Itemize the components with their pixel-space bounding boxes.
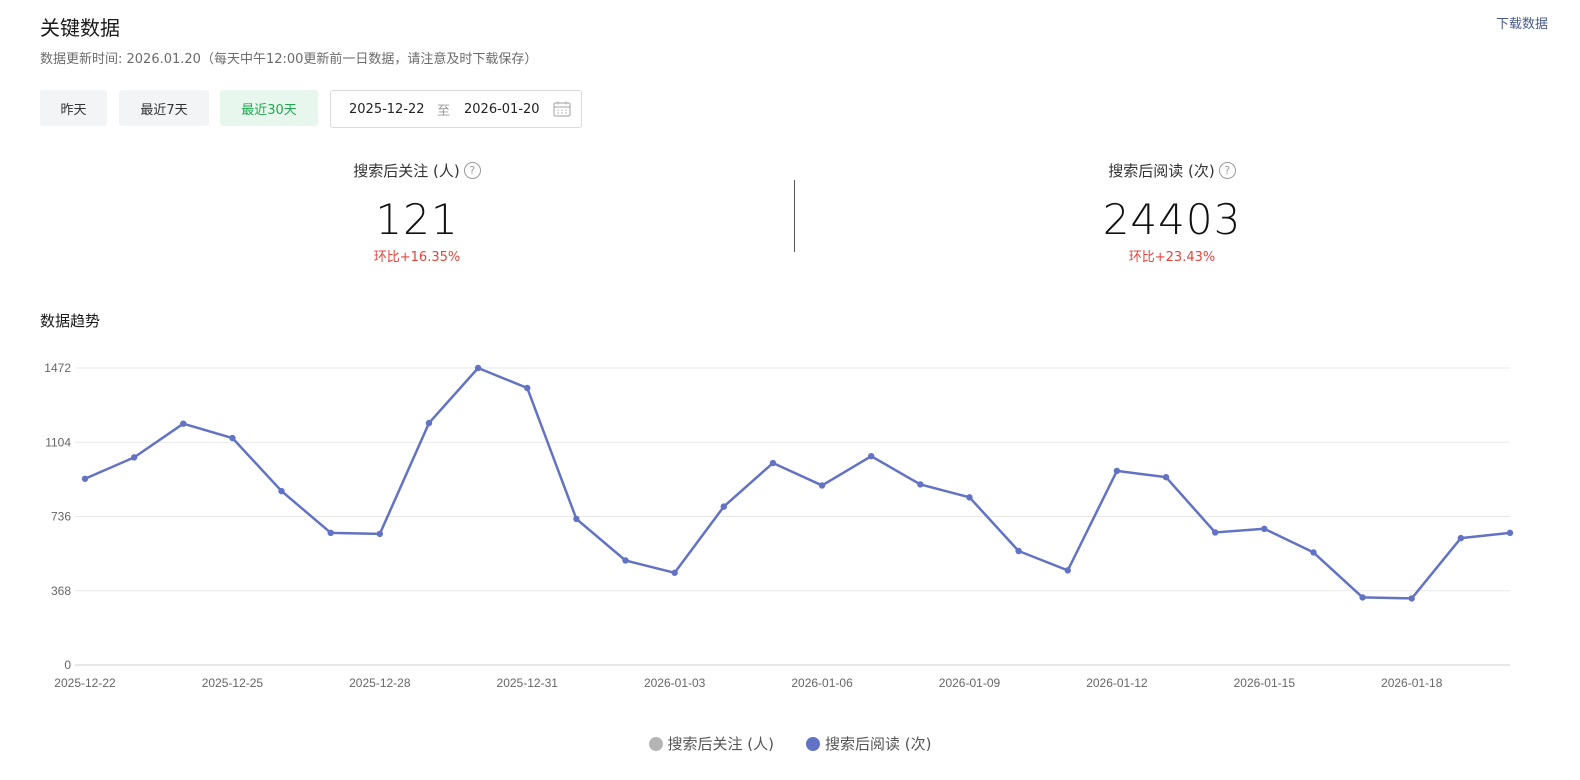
y-tick-label: 736 [51,510,71,524]
range-7d-button[interactable]: 最近7天 [119,90,209,126]
trend-section-title: 数据趋势 [40,312,101,330]
legend-label: 搜索后阅读 (次) [825,735,932,753]
data-point[interactable] [229,434,236,442]
data-point[interactable] [1359,594,1366,601]
data-point[interactable] [1162,473,1170,481]
x-tick-label: 2026-01-15 [1234,676,1296,690]
data-point[interactable] [425,419,433,427]
data-point[interactable] [474,364,482,372]
data-point[interactable] [1113,467,1121,475]
data-point[interactable] [966,494,973,501]
trend-line-chart: 0 368 736 1104 1472 2025-12-22 2025-12-25 2025-… [44,361,1514,690]
x-tick-label: 2026-01-12 [1086,676,1148,690]
metric-value: 121 [375,195,459,244]
page-title: 关键数据 [40,16,120,40]
legend-label: 搜索后关注 (人) [667,735,774,753]
chart-legend: 搜索后关注 (人) 搜索后阅读 (次) [0,733,1580,754]
data-point[interactable] [917,481,924,488]
metric-search-read: 搜索后阅读 (次) ? 24403 环比+23.43% [972,160,1372,265]
metric-value: 24403 [1102,195,1242,244]
x-tick-label: 2026-01-09 [939,676,1001,690]
range-yesterday-button[interactable]: 昨天 [40,90,107,126]
help-icon[interactable]: ? [1218,162,1236,179]
x-tick-label: 2025-12-22 [54,676,116,690]
metric-search-follow: 搜索后关注 (人) ? 121 环比+16.35% [217,160,617,265]
y-tick-label: 1472 [44,361,71,375]
data-point[interactable] [130,454,138,461]
y-tick-label: 368 [51,584,71,598]
x-tick-label: 2026-01-06 [791,676,853,690]
help-icon[interactable]: ? [463,162,481,179]
date-separator: 至 [437,103,451,119]
data-point[interactable] [868,452,875,460]
data-point[interactable] [1064,567,1071,574]
data-point[interactable] [278,487,285,495]
update-time-note: 数据更新时间: 2026.01.20（每天中午12:00更新前一日数据，请注意及… [40,52,538,67]
legend-item-follow[interactable]: 搜索后关注 (人) [648,733,774,754]
data-point[interactable] [769,459,777,467]
x-tick-label: 2026-01-18 [1381,676,1443,690]
legend-dot-follow [648,736,663,751]
x-tick-label: 2025-12-25 [202,676,264,690]
legend-dot-read [806,736,820,751]
y-tick-label: 1104 [45,435,71,449]
data-point[interactable] [1261,525,1268,533]
data-point[interactable] [622,557,629,564]
data-point[interactable] [1506,529,1514,537]
x-tick-label: 2025-12-28 [349,676,411,690]
series-line-read [84,366,1511,600]
data-point[interactable] [1457,534,1465,542]
data-point[interactable] [81,475,89,482]
range-30d-button[interactable]: 最近30天 [220,90,318,126]
download-data-link[interactable]: 下载数据 [1496,13,1548,32]
data-point[interactable] [180,420,187,427]
metric-label: 搜索后阅读 (次) [1108,162,1215,180]
data-point[interactable] [1211,529,1219,536]
data-point[interactable] [573,515,580,523]
data-point[interactable] [327,529,334,537]
legend-item-read[interactable]: 搜索后阅读 (次) [806,733,931,754]
data-point[interactable] [1015,547,1022,555]
calendar-icon[interactable] [553,101,571,117]
metric-label: 搜索后关注 (人) [353,162,460,180]
date-range-picker[interactable]: 2025-12-22 至 2026-01-20 [330,90,582,128]
data-point[interactable] [671,569,678,576]
metric-change: 环比+23.43% [1128,250,1216,265]
metric-divider [794,180,795,252]
data-point[interactable] [720,503,727,510]
date-end[interactable]: 2026-01-20 [464,102,540,117]
metric-change: 环比+16.35% [373,250,461,265]
data-point[interactable] [376,530,384,538]
y-tick-label: 0 [64,658,71,672]
date-start[interactable]: 2025-12-22 [349,102,425,117]
data-point[interactable] [1310,549,1317,556]
x-tick-label: 2025-12-31 [497,676,559,690]
data-point[interactable] [524,384,531,392]
data-point[interactable] [1408,595,1415,602]
data-point[interactable] [818,482,826,489]
x-tick-label: 2026-01-03 [644,676,706,690]
